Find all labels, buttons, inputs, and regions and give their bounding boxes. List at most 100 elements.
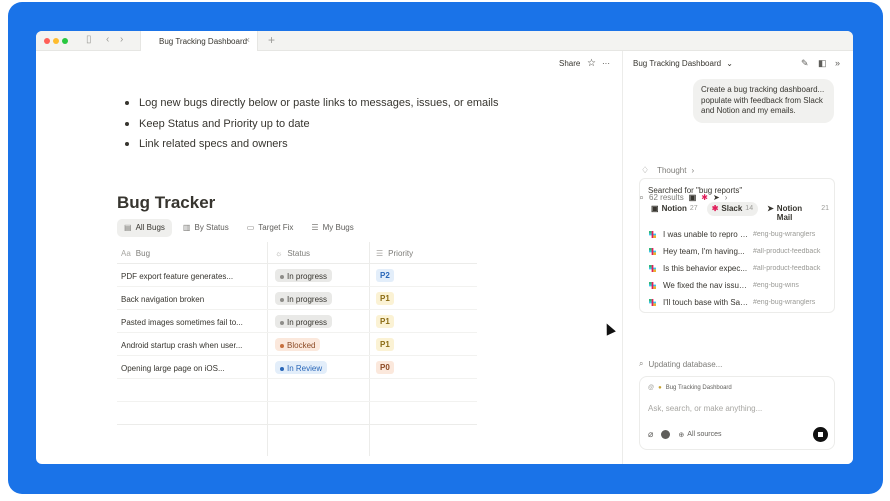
status-badge[interactable]: In progress: [275, 269, 333, 282]
chat-composer[interactable]: @ ● Bug Tracking Dashboard Ask, search, …: [639, 376, 835, 450]
context-label: Bug Tracking Dashboard: [665, 385, 732, 391]
page-content: Share ☆ ··· Log new bugs directly below …: [36, 51, 622, 464]
status-label: In Review: [287, 364, 323, 373]
table-row[interactable]: Opening large page on iOS... In Review P…: [117, 356, 477, 379]
thought-label: Thought: [657, 166, 687, 175]
status-badge[interactable]: In progress: [275, 315, 333, 328]
bug-name[interactable]: Opening large page on iOS...: [121, 364, 225, 373]
stop-button[interactable]: [813, 427, 828, 442]
chevron-right-icon: ›: [691, 166, 695, 175]
assistant-title-text: Bug Tracking Dashboard: [633, 59, 722, 68]
composer-context[interactable]: @ ● Bug Tracking Dashboard: [648, 385, 732, 391]
close-window-button[interactable]: [44, 38, 50, 44]
message-text: Is this behavior expec...: [663, 264, 748, 273]
slack-message-result[interactable]: We fixed the nav issue by m... #eng-bug-…: [649, 281, 831, 293]
tab-label: Target Fix: [258, 223, 294, 232]
slack-icon: [649, 299, 656, 306]
slack-icon: ✱: [711, 204, 719, 213]
tab-close-icon[interactable]: ×: [245, 35, 250, 45]
bug-name[interactable]: Back navigation broken: [121, 295, 204, 304]
priority-badge[interactable]: P1: [376, 338, 394, 351]
table-row[interactable]: PDF export feature generates... In progr…: [117, 264, 477, 287]
priority-badge[interactable]: P2: [376, 269, 394, 282]
column-header-bug[interactable]: Aa Bug: [121, 249, 150, 258]
bullet-item: Log new bugs directly below or paste lin…: [123, 93, 499, 114]
more-options-button[interactable]: ···: [602, 59, 610, 68]
share-button[interactable]: Share: [559, 59, 580, 68]
source-chip-notion[interactable]: ▣ Notion 27: [646, 202, 703, 216]
tab-my-bugs[interactable]: ☰ My Bugs: [304, 219, 360, 237]
assistant-panel: Bug Tracking Dashboard ⌄ ✎ ◧ » Create a …: [622, 51, 853, 464]
new-chat-icon[interactable]: ✎: [801, 58, 809, 69]
tab-target-fix[interactable]: ▭ Target Fix: [240, 219, 301, 237]
thought-row[interactable]: ♢ Thought ›: [641, 165, 694, 176]
bug-table: Aa Bug ☼ Status ☰ Priority PDF export fe…: [117, 242, 477, 425]
table-row-empty[interactable]: [117, 379, 477, 402]
slack-icon: [649, 265, 656, 272]
source-chip-notion-mail[interactable]: ➤ Notion Mail 21: [762, 202, 834, 222]
new-tab-button[interactable]: +: [268, 33, 275, 47]
message-text: Hey team, I'm having...: [663, 247, 745, 256]
slack-icon: [649, 282, 656, 289]
composer-input[interactable]: Ask, search, or make anything...: [648, 404, 762, 413]
column-label: Bug: [135, 249, 151, 258]
assistant-title[interactable]: Bug Tracking Dashboard ⌄: [633, 59, 733, 68]
tab-all-bugs[interactable]: ▤ All Bugs: [117, 219, 172, 237]
bullet-item: Keep Status and Priority up to date: [123, 114, 499, 135]
back-icon[interactable]: ‹: [106, 34, 109, 45]
priority-badge[interactable]: P0: [376, 361, 394, 374]
table-view-icon: ▤: [124, 223, 132, 232]
forward-icon[interactable]: ›: [120, 34, 123, 45]
timeline-view-icon: ▭: [246, 223, 255, 232]
priority-badge[interactable]: P1: [376, 292, 394, 305]
message-channel: #eng-bug-wins: [753, 282, 799, 289]
instructions-list: Log new bugs directly below or paste lin…: [123, 93, 499, 155]
table-header: Aa Bug ☼ Status ☰ Priority: [117, 242, 477, 264]
table-row[interactable]: Pasted images sometimes fail to... In pr…: [117, 310, 477, 333]
status-badge[interactable]: In Review: [275, 361, 328, 374]
slack-message-result[interactable]: I was unable to repro th... #eng-bug-wra…: [649, 230, 831, 242]
attach-icon[interactable]: ⌀: [648, 429, 653, 440]
message-channel: #eng-bug-wranglers: [753, 231, 816, 238]
column-header-priority[interactable]: ☰ Priority: [376, 249, 413, 258]
minimize-window-button[interactable]: [53, 38, 59, 44]
select-property-icon: ☰: [376, 249, 384, 258]
app-window: ▯ ‹ › Bug Tracking Dashboard × + Share ☆…: [36, 31, 853, 464]
bug-name[interactable]: PDF export feature generates...: [121, 272, 233, 281]
status-dot: [280, 320, 284, 325]
globe-icon: ⊕: [678, 431, 685, 439]
slack-icon: [649, 231, 656, 238]
bug-name[interactable]: Android startup crash when user...: [121, 341, 242, 350]
priority-badge[interactable]: P1: [376, 315, 394, 328]
slack-message-result[interactable]: Is this behavior expec... #all-product-f…: [649, 264, 831, 276]
message-channel: #eng-bug-wranglers: [753, 299, 816, 306]
star-icon[interactable]: ☆: [587, 58, 596, 69]
sources-button[interactable]: ⊕ All sources: [678, 431, 721, 439]
slack-message-result[interactable]: Hey team, I'm having... #all-product-fee…: [649, 247, 831, 259]
message-text: I was unable to repro th...: [663, 230, 749, 239]
panel-layout-icon[interactable]: ◧: [818, 58, 827, 69]
loading-icon: ⌕: [639, 359, 644, 368]
table-row-empty[interactable]: [117, 402, 477, 425]
page-icon: ●: [658, 385, 662, 391]
table-row[interactable]: Back navigation broken In progress P1: [117, 287, 477, 310]
collapse-panel-icon[interactable]: »: [835, 58, 840, 68]
status-badge[interactable]: In progress: [275, 292, 333, 305]
source-name: Notion Mail: [776, 204, 803, 222]
tab-bug-tracking-dashboard[interactable]: Bug Tracking Dashboard ×: [140, 31, 258, 51]
column-header-status[interactable]: ☼ Status: [275, 249, 310, 258]
tab-by-status[interactable]: ▥ By Status: [176, 219, 236, 237]
bug-name[interactable]: Pasted images sometimes fail to...: [121, 318, 243, 327]
sidebar-toggle-icon[interactable]: ▯: [86, 34, 92, 45]
maximize-window-button[interactable]: [62, 38, 68, 44]
slack-icon: [649, 248, 656, 255]
status-badge[interactable]: Blocked: [275, 338, 321, 351]
model-icon[interactable]: [661, 430, 671, 439]
table-row[interactable]: Android startup crash when user... Block…: [117, 333, 477, 356]
source-chip-slack[interactable]: ✱ Slack 14: [706, 202, 759, 216]
message-channel: #all-product-feedback: [753, 265, 821, 272]
view-tabs: ▤ All Bugs ▥ By Status ▭ Target Fix ☰ My…: [117, 219, 361, 237]
mention-icon: @: [648, 385, 655, 391]
slack-message-result[interactable]: I'll touch base with Sam... #eng-bug-wra…: [649, 298, 831, 310]
status-dot: [280, 297, 284, 302]
